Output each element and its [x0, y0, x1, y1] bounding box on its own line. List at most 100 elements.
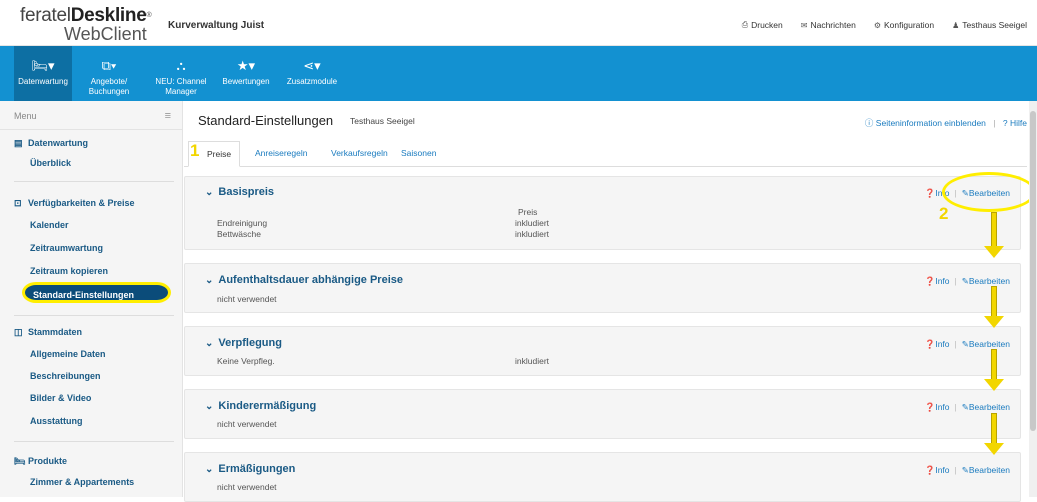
- panel-title-label: Verpflegung: [218, 337, 282, 349]
- sidebar-menu: Menu ≡ ▤ Datenwartung Überblick ⊡ Verfügba…: [0, 101, 183, 497]
- edit-label: Bearbeiten: [968, 465, 1010, 475]
- tab-anreiseregeln[interactable]: Anreiseregeln: [255, 148, 307, 158]
- info-link[interactable]: ❓Info: [925, 402, 950, 412]
- panel-actions: ❓Info | ✎Bearbeiten: [925, 465, 1010, 476]
- messages-link[interactable]: ✉ Nachrichten: [801, 20, 856, 30]
- sidebar-divider: [14, 181, 174, 182]
- nav-angebote-label-1: Angebote/: [90, 77, 128, 86]
- info-label: Info: [935, 465, 950, 475]
- sidebar-section-verfuegbarkeiten[interactable]: ⊡ Verfügbarkeiten & Preise: [14, 198, 135, 209]
- step-number-2: 2: [939, 204, 949, 223]
- sidebar-item-standard-einstellungen[interactable]: Standard-Einstellungen: [22, 282, 171, 303]
- help-link[interactable]: Hilfe: [1010, 118, 1027, 128]
- sidebar-section-datenwartung[interactable]: ▤ Datenwartung: [14, 138, 88, 149]
- question-circle-icon: ❓: [924, 339, 936, 349]
- panel-title[interactable]: ⌄ Basispreis: [205, 186, 274, 198]
- user-icon: ♟: [952, 20, 960, 30]
- nav-bewertungen-label: Bewertungen: [222, 77, 270, 86]
- pencil-icon: ✎: [961, 402, 969, 412]
- down-arrow-icon: [984, 349, 1004, 393]
- panel-title[interactable]: ⌄ Kinderermäßigung: [205, 400, 316, 412]
- page-scrollbar[interactable]: [1029, 101, 1037, 497]
- document-icon: ▤: [14, 138, 23, 148]
- sidebar-section-stammdaten[interactable]: ◫ Stammdaten: [14, 327, 82, 338]
- nav-angebote-buchungen[interactable]: ⧉▾ Angebote/ Buchungen: [78, 46, 140, 101]
- page-links: ⓘ Seiteninformation einblenden | ? Hilfe: [865, 117, 1027, 129]
- share-icon: ⋖▾: [303, 58, 321, 73]
- envelope-icon: ✉: [800, 20, 808, 30]
- arrow-head: [984, 443, 1004, 455]
- chevron-down-icon: ⌄: [205, 187, 214, 198]
- sidebar-item-zeitraumwartung[interactable]: Zeitraumwartung: [30, 243, 103, 253]
- panel-title[interactable]: ⌄ Verpflegung: [205, 337, 282, 349]
- arrow-head: [984, 246, 1004, 258]
- down-arrow-icon: [984, 212, 1004, 260]
- sidebar-item-allgemeine-daten[interactable]: Allgemeine Daten: [30, 349, 106, 359]
- scrollbar-thumb[interactable]: [1030, 111, 1036, 431]
- nav-zusatzmodule[interactable]: ⋖▾ Zusatzmodule: [280, 46, 344, 101]
- sidebar-item-ueberblick[interactable]: Überblick: [30, 158, 71, 168]
- tab-verkaufsregeln[interactable]: Verkaufsregeln: [331, 148, 388, 158]
- nav-angebote-label-2: Buchungen: [88, 87, 130, 96]
- sidebar-section-label: Produkte: [28, 456, 68, 466]
- sidebar-item-kalender[interactable]: Kalender: [30, 220, 69, 230]
- down-arrow-icon: [984, 286, 1004, 330]
- sidebar-item-zimmer-appartements[interactable]: Zimmer & Appartements: [30, 477, 134, 487]
- info-label: Info: [935, 339, 950, 349]
- nav-bewertungen[interactable]: ★▾ Bewertungen: [218, 46, 274, 101]
- row-value: inkludiert: [515, 229, 550, 239]
- arrow-shaft: [991, 212, 997, 248]
- edit-label: Bearbeiten: [968, 339, 1010, 349]
- chevron-down-icon: ⌄: [205, 338, 214, 349]
- row-label: nicht verwendet: [217, 482, 277, 492]
- down-arrow-icon: [984, 413, 1004, 457]
- action-separator: |: [954, 465, 957, 475]
- sidebar-item-zeitraum-kopieren[interactable]: Zeitraum kopieren: [30, 266, 108, 276]
- bed-icon: 🛏: [14, 456, 26, 466]
- info-label: Info: [935, 402, 950, 412]
- tab-saisonen[interactable]: Saisonen: [401, 148, 436, 158]
- sidebar-item-ausstattung[interactable]: Ausstattung: [30, 416, 83, 426]
- question-circle-icon: ❓: [924, 402, 936, 412]
- panel-title[interactable]: ⌄ Ermäßigungen: [205, 463, 295, 475]
- panel-title-label: Basispreis: [218, 186, 275, 198]
- logo-registered: ®: [146, 12, 152, 19]
- help-icon: ?: [1002, 118, 1008, 128]
- panel-aufenthaltsdauer: ⌄ Aufenthaltsdauer abhängige Preise ❓Info…: [184, 263, 1021, 313]
- logo-text-webclient: WebClient: [64, 24, 147, 44]
- panel-verpflegung: ⌄ Verpflegung ❓Info | ✎Bearbeiten Keine Ver…: [184, 326, 1021, 376]
- sidebar-item-bilder-video[interactable]: Bilder & Video: [30, 393, 91, 403]
- app-logo[interactable]: feratelDeskline® WebClient: [20, 6, 152, 44]
- configuration-link[interactable]: ⚙ Konfiguration: [874, 20, 934, 30]
- page-title: Standard-Einstellungen: [198, 113, 334, 128]
- info-link[interactable]: ❓Info: [925, 465, 950, 475]
- question-circle-icon: ❓: [924, 276, 936, 286]
- edit-link[interactable]: ✎Bearbeiten: [962, 339, 1010, 349]
- page-subtitle: Testhaus Seeigel: [350, 116, 415, 126]
- print-link[interactable]: ⎙ Drucken: [742, 20, 783, 30]
- action-separator: |: [954, 339, 957, 349]
- sidebar-item-beschreibungen[interactable]: Beschreibungen: [30, 371, 101, 381]
- question-circle-icon: ❓: [924, 188, 936, 198]
- print-label: Drucken: [751, 20, 783, 30]
- edit-label: Bearbeiten: [968, 402, 1010, 412]
- sidebar-section-produkte[interactable]: 🛏 Produkte: [14, 456, 67, 467]
- nav-datenwartung[interactable]: 🛏▾ Datenwartung: [14, 46, 72, 101]
- info-link[interactable]: ❓Info: [925, 339, 950, 349]
- panel-title[interactable]: ⌄ Aufenthaltsdauer abhängige Preise: [205, 274, 403, 286]
- edit-link[interactable]: ✎Bearbeiten: [962, 276, 1010, 286]
- bookings-icon: ⧉▾: [101, 58, 117, 73]
- info-link[interactable]: ❓Info: [925, 276, 950, 286]
- nav-channel-manager[interactable]: ⛬ NEU: Channel Manager: [150, 46, 212, 101]
- hamburger-icon[interactable]: ≡: [165, 110, 171, 122]
- panel-actions: ❓Info | ✎Bearbeiten: [925, 402, 1010, 413]
- row-value: inkludiert: [515, 356, 550, 366]
- configuration-label: Konfiguration: [883, 20, 935, 30]
- edit-link[interactable]: ✎Bearbeiten: [962, 402, 1010, 412]
- sidebar-divider: [14, 315, 174, 316]
- edit-link[interactable]: ✎Bearbeiten: [962, 465, 1010, 475]
- nav-zusatzmodule-label: Zusatzmodule: [286, 77, 338, 86]
- question-circle-icon: ❓: [924, 465, 936, 475]
- user-link[interactable]: ♟ Testhaus Seeigel: [952, 20, 1027, 30]
- show-page-info-link[interactable]: Seiteninformation einblenden: [876, 118, 986, 128]
